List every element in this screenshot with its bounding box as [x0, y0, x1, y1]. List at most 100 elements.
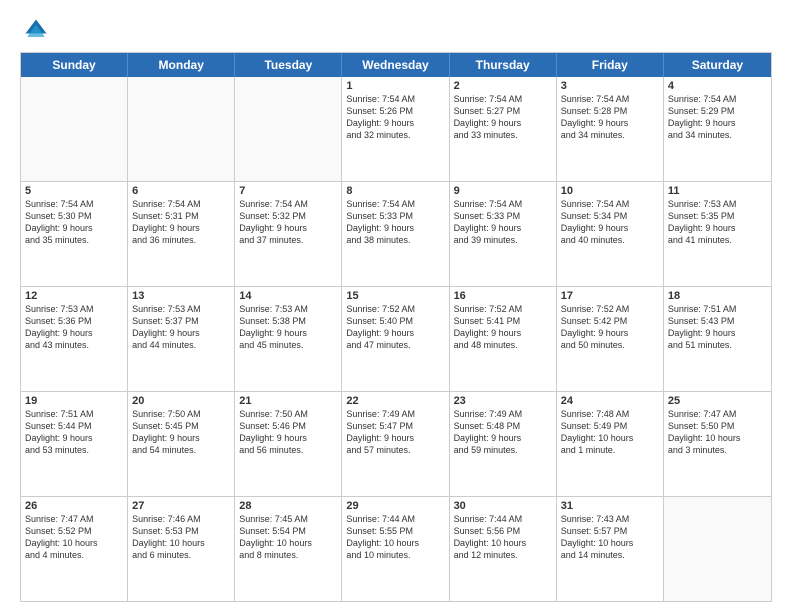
day-number: 25 — [668, 395, 767, 407]
cal-cell-day-13: 13Sunrise: 7:53 AM Sunset: 5:37 PM Dayli… — [128, 287, 235, 391]
day-number: 24 — [561, 395, 659, 407]
day-number: 17 — [561, 290, 659, 302]
cal-cell-day-21: 21Sunrise: 7:50 AM Sunset: 5:46 PM Dayli… — [235, 392, 342, 496]
cal-cell-day-20: 20Sunrise: 7:50 AM Sunset: 5:45 PM Dayli… — [128, 392, 235, 496]
calendar-header: SundayMondayTuesdayWednesdayThursdayFrid… — [21, 53, 771, 77]
cal-cell-day-26: 26Sunrise: 7:47 AM Sunset: 5:52 PM Dayli… — [21, 497, 128, 601]
day-number: 30 — [454, 500, 552, 512]
day-number: 22 — [346, 395, 444, 407]
day-number: 15 — [346, 290, 444, 302]
header — [20, 16, 772, 44]
cal-cell-day-9: 9Sunrise: 7:54 AM Sunset: 5:33 PM Daylig… — [450, 182, 557, 286]
header-day-saturday: Saturday — [664, 53, 771, 77]
cell-info: Sunrise: 7:53 AM Sunset: 5:36 PM Dayligh… — [25, 303, 123, 352]
cal-cell-day-6: 6Sunrise: 7:54 AM Sunset: 5:31 PM Daylig… — [128, 182, 235, 286]
cell-info: Sunrise: 7:54 AM Sunset: 5:33 PM Dayligh… — [346, 198, 444, 247]
day-number: 11 — [668, 185, 767, 197]
cal-cell-day-19: 19Sunrise: 7:51 AM Sunset: 5:44 PM Dayli… — [21, 392, 128, 496]
cell-info: Sunrise: 7:50 AM Sunset: 5:46 PM Dayligh… — [239, 408, 337, 457]
cal-cell-day-31: 31Sunrise: 7:43 AM Sunset: 5:57 PM Dayli… — [557, 497, 664, 601]
day-number: 18 — [668, 290, 767, 302]
cal-cell-day-29: 29Sunrise: 7:44 AM Sunset: 5:55 PM Dayli… — [342, 497, 449, 601]
cal-cell-day-27: 27Sunrise: 7:46 AM Sunset: 5:53 PM Dayli… — [128, 497, 235, 601]
cell-info: Sunrise: 7:54 AM Sunset: 5:29 PM Dayligh… — [668, 93, 767, 142]
cell-info: Sunrise: 7:54 AM Sunset: 5:30 PM Dayligh… — [25, 198, 123, 247]
cal-cell-empty — [21, 77, 128, 181]
cal-cell-day-4: 4Sunrise: 7:54 AM Sunset: 5:29 PM Daylig… — [664, 77, 771, 181]
cal-cell-day-3: 3Sunrise: 7:54 AM Sunset: 5:28 PM Daylig… — [557, 77, 664, 181]
calendar-body: 1Sunrise: 7:54 AM Sunset: 5:26 PM Daylig… — [21, 77, 771, 601]
day-number: 28 — [239, 500, 337, 512]
cal-row-2: 12Sunrise: 7:53 AM Sunset: 5:36 PM Dayli… — [21, 286, 771, 391]
cell-info: Sunrise: 7:46 AM Sunset: 5:53 PM Dayligh… — [132, 513, 230, 562]
cell-info: Sunrise: 7:45 AM Sunset: 5:54 PM Dayligh… — [239, 513, 337, 562]
cal-cell-day-24: 24Sunrise: 7:48 AM Sunset: 5:49 PM Dayli… — [557, 392, 664, 496]
cell-info: Sunrise: 7:47 AM Sunset: 5:52 PM Dayligh… — [25, 513, 123, 562]
day-number: 12 — [25, 290, 123, 302]
cal-cell-day-1: 1Sunrise: 7:54 AM Sunset: 5:26 PM Daylig… — [342, 77, 449, 181]
cell-info: Sunrise: 7:48 AM Sunset: 5:49 PM Dayligh… — [561, 408, 659, 457]
cell-info: Sunrise: 7:54 AM Sunset: 5:34 PM Dayligh… — [561, 198, 659, 247]
cal-cell-day-25: 25Sunrise: 7:47 AM Sunset: 5:50 PM Dayli… — [664, 392, 771, 496]
cell-info: Sunrise: 7:54 AM Sunset: 5:27 PM Dayligh… — [454, 93, 552, 142]
cell-info: Sunrise: 7:54 AM Sunset: 5:26 PM Dayligh… — [346, 93, 444, 142]
cal-cell-day-8: 8Sunrise: 7:54 AM Sunset: 5:33 PM Daylig… — [342, 182, 449, 286]
cal-cell-day-28: 28Sunrise: 7:45 AM Sunset: 5:54 PM Dayli… — [235, 497, 342, 601]
day-number: 19 — [25, 395, 123, 407]
day-number: 3 — [561, 80, 659, 92]
day-number: 13 — [132, 290, 230, 302]
cal-row-1: 5Sunrise: 7:54 AM Sunset: 5:30 PM Daylig… — [21, 181, 771, 286]
cell-info: Sunrise: 7:50 AM Sunset: 5:45 PM Dayligh… — [132, 408, 230, 457]
cell-info: Sunrise: 7:49 AM Sunset: 5:47 PM Dayligh… — [346, 408, 444, 457]
page: SundayMondayTuesdayWednesdayThursdayFrid… — [0, 0, 792, 612]
day-number: 14 — [239, 290, 337, 302]
day-number: 27 — [132, 500, 230, 512]
day-number: 23 — [454, 395, 552, 407]
day-number: 6 — [132, 185, 230, 197]
cal-cell-day-12: 12Sunrise: 7:53 AM Sunset: 5:36 PM Dayli… — [21, 287, 128, 391]
cal-cell-day-15: 15Sunrise: 7:52 AM Sunset: 5:40 PM Dayli… — [342, 287, 449, 391]
cell-info: Sunrise: 7:52 AM Sunset: 5:42 PM Dayligh… — [561, 303, 659, 352]
day-number: 8 — [346, 185, 444, 197]
cell-info: Sunrise: 7:44 AM Sunset: 5:56 PM Dayligh… — [454, 513, 552, 562]
logo-icon — [22, 16, 50, 44]
day-number: 10 — [561, 185, 659, 197]
cell-info: Sunrise: 7:54 AM Sunset: 5:33 PM Dayligh… — [454, 198, 552, 247]
cal-cell-day-2: 2Sunrise: 7:54 AM Sunset: 5:27 PM Daylig… — [450, 77, 557, 181]
cell-info: Sunrise: 7:54 AM Sunset: 5:28 PM Dayligh… — [561, 93, 659, 142]
cell-info: Sunrise: 7:49 AM Sunset: 5:48 PM Dayligh… — [454, 408, 552, 457]
cal-cell-day-10: 10Sunrise: 7:54 AM Sunset: 5:34 PM Dayli… — [557, 182, 664, 286]
day-number: 2 — [454, 80, 552, 92]
day-number: 5 — [25, 185, 123, 197]
cal-cell-day-11: 11Sunrise: 7:53 AM Sunset: 5:35 PM Dayli… — [664, 182, 771, 286]
cell-info: Sunrise: 7:54 AM Sunset: 5:31 PM Dayligh… — [132, 198, 230, 247]
day-number: 29 — [346, 500, 444, 512]
day-number: 9 — [454, 185, 552, 197]
header-day-sunday: Sunday — [21, 53, 128, 77]
cal-cell-empty — [128, 77, 235, 181]
cal-cell-day-18: 18Sunrise: 7:51 AM Sunset: 5:43 PM Dayli… — [664, 287, 771, 391]
logo — [20, 16, 50, 44]
cal-cell-day-16: 16Sunrise: 7:52 AM Sunset: 5:41 PM Dayli… — [450, 287, 557, 391]
cell-info: Sunrise: 7:47 AM Sunset: 5:50 PM Dayligh… — [668, 408, 767, 457]
cell-info: Sunrise: 7:44 AM Sunset: 5:55 PM Dayligh… — [346, 513, 444, 562]
cell-info: Sunrise: 7:51 AM Sunset: 5:44 PM Dayligh… — [25, 408, 123, 457]
cell-info: Sunrise: 7:52 AM Sunset: 5:40 PM Dayligh… — [346, 303, 444, 352]
cal-cell-day-22: 22Sunrise: 7:49 AM Sunset: 5:47 PM Dayli… — [342, 392, 449, 496]
cal-cell-day-17: 17Sunrise: 7:52 AM Sunset: 5:42 PM Dayli… — [557, 287, 664, 391]
cell-info: Sunrise: 7:53 AM Sunset: 5:37 PM Dayligh… — [132, 303, 230, 352]
header-day-wednesday: Wednesday — [342, 53, 449, 77]
cal-cell-day-5: 5Sunrise: 7:54 AM Sunset: 5:30 PM Daylig… — [21, 182, 128, 286]
cell-info: Sunrise: 7:53 AM Sunset: 5:38 PM Dayligh… — [239, 303, 337, 352]
cal-cell-day-30: 30Sunrise: 7:44 AM Sunset: 5:56 PM Dayli… — [450, 497, 557, 601]
day-number: 26 — [25, 500, 123, 512]
day-number: 4 — [668, 80, 767, 92]
day-number: 16 — [454, 290, 552, 302]
cell-info: Sunrise: 7:52 AM Sunset: 5:41 PM Dayligh… — [454, 303, 552, 352]
cal-cell-empty — [235, 77, 342, 181]
day-number: 21 — [239, 395, 337, 407]
cal-row-4: 26Sunrise: 7:47 AM Sunset: 5:52 PM Dayli… — [21, 496, 771, 601]
cal-row-0: 1Sunrise: 7:54 AM Sunset: 5:26 PM Daylig… — [21, 77, 771, 181]
cell-info: Sunrise: 7:43 AM Sunset: 5:57 PM Dayligh… — [561, 513, 659, 562]
cell-info: Sunrise: 7:51 AM Sunset: 5:43 PM Dayligh… — [668, 303, 767, 352]
